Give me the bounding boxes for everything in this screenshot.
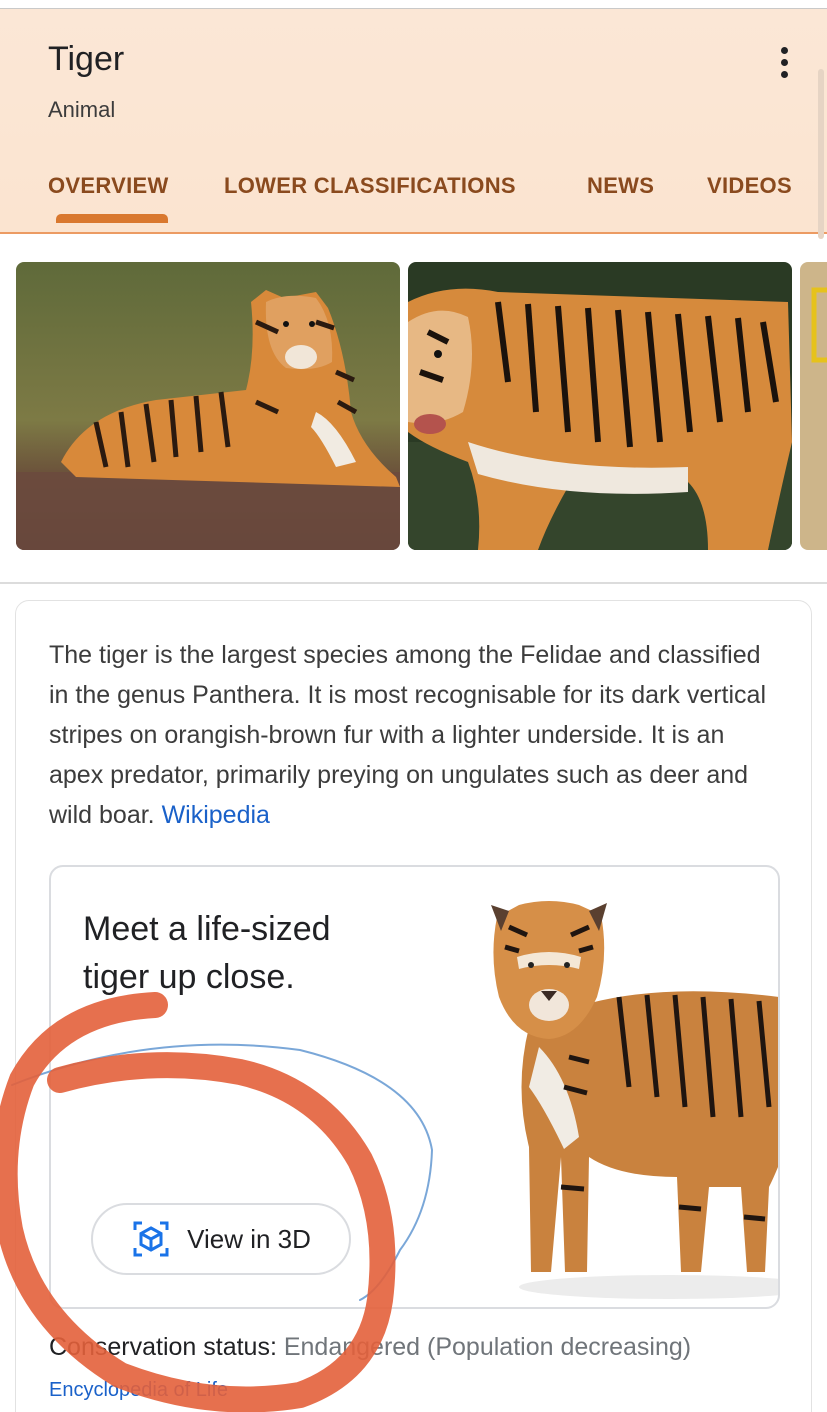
status-bar-divider [0,0,827,9]
promo-line-2: tiger up close. [83,958,295,996]
view-in-3d-label: View in 3D [187,1223,311,1254]
encyclopedia-of-life-link[interactable]: Encyclopedia of Life [49,1379,228,1402]
tiger-image-lying[interactable] [16,262,400,550]
knowledge-panel-header: Tiger Animal OVERVIEW LOWER CLASSIFICATI… [0,9,827,239]
entity-subtitle: Animal [48,97,116,122]
cube-3d-icon [133,1221,169,1257]
view-in-3d-card: Meet a life-sized tiger up close. View i… [49,865,780,1309]
wikipedia-link[interactable]: Wikipedia [162,801,270,829]
image-carousel [0,262,827,550]
view-in-3d-button[interactable]: View in 3D [91,1203,351,1275]
tab-videos[interactable]: VIDEOS [707,173,792,199]
tab-news[interactable]: NEWS [587,173,654,199]
section-divider [0,582,827,584]
conservation-value: Endangered (Population decreasing) [283,1333,692,1361]
tiger-image-partial[interactable] [800,262,827,550]
conservation-status: Conservation status: Endangered (Populat… [49,1333,691,1362]
entity-description: The tiger is the largest species among t… [49,635,779,835]
more-vert-icon [780,46,788,54]
tab-lower-classifications[interactable]: LOWER CLASSIFICATIONS [224,173,516,199]
more-options-button[interactable] [766,37,802,87]
conservation-label: Conservation status: [49,1333,284,1361]
tiger-3d-model-image [491,901,778,1299]
overview-card: The tiger is the largest species among t… [15,600,812,1412]
description-text: The tiger is the largest species among t… [49,641,767,829]
header-scrollbar[interactable] [818,69,824,239]
promo-line-1: Meet a life-sized [83,910,331,948]
promo-headline: Meet a life-sized tiger up close. [83,905,403,1001]
tiger-image-standing[interactable] [408,262,792,550]
entity-title: Tiger [48,40,125,78]
tab-overview[interactable]: OVERVIEW [48,173,169,199]
more-vert-icon-dot [780,70,788,78]
selected-tab-indicator [56,214,168,223]
tab-bar: OVERVIEW LOWER CLASSIFICATIONS NEWS VIDE… [0,173,827,213]
more-vert-icon-dot [780,58,788,66]
